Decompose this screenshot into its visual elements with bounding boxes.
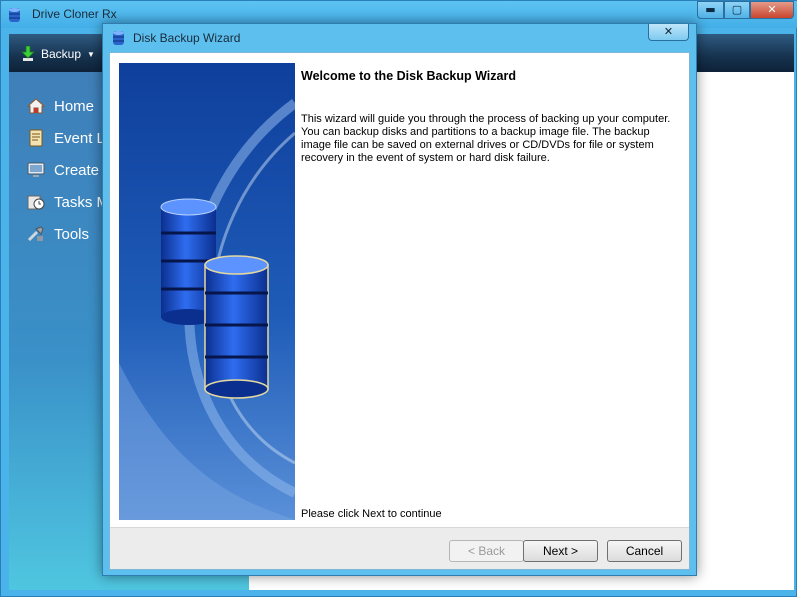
database-icon (113, 31, 124, 45)
disk-banner-illustration (119, 63, 295, 520)
monitor-icon (27, 162, 45, 177)
backup-menu-button[interactable]: Backup ▼ (21, 43, 111, 65)
close-button[interactable]: ✕ (750, 1, 794, 19)
chevron-down-icon: ▼ (87, 49, 95, 59)
sidebar-item-label: Home (54, 97, 95, 115)
sidebar-item-create[interactable]: Create F (27, 159, 112, 181)
cancel-button[interactable]: Cancel (607, 540, 682, 562)
event-log-icon (29, 129, 43, 147)
sidebar-item-event-log[interactable]: Event Lo (27, 127, 113, 149)
wizard-body: Welcome to the Disk Backup Wizard This w… (109, 52, 690, 570)
disk-backup-wizard-dialog: Disk Backup Wizard ✕ Welcome to the Disk… (102, 23, 697, 576)
wizard-button-bar: < Back Next > Cancel (110, 527, 689, 569)
wizard-title: Disk Backup Wizard (133, 31, 241, 45)
wizard-heading: Welcome to the Disk Backup Wizard (301, 69, 516, 83)
front-disk-stack (204, 255, 269, 399)
sidebar-item-tools[interactable]: Tools (27, 223, 89, 245)
wizard-hint: Please click Next to continue (301, 508, 442, 520)
download-arrow-icon (21, 46, 35, 61)
sidebar-item-label: Tasks M (54, 193, 110, 211)
maximize-button[interactable]: ▢ (724, 1, 750, 19)
sidebar-item-home[interactable]: Home (27, 95, 94, 117)
wizard-title-bar[interactable]: Disk Backup Wizard ✕ (103, 24, 696, 51)
tools-icon (27, 226, 44, 242)
database-icon (9, 8, 20, 22)
sidebar-item-tasks[interactable]: Tasks M (27, 191, 109, 213)
next-button[interactable]: Next > (523, 540, 598, 562)
wizard-description: This wizard will guide you through the p… (301, 113, 671, 164)
wizard-close-button[interactable]: ✕ (648, 24, 689, 41)
sidebar-item-label: Tools (54, 225, 90, 243)
back-button[interactable]: < Back (449, 540, 524, 562)
minimize-button[interactable]: ▬ (697, 1, 724, 19)
clock-icon (27, 195, 45, 210)
app-title: Drive Cloner Rx (32, 7, 117, 21)
home-icon (27, 98, 45, 114)
backup-label: Backup (41, 47, 82, 61)
